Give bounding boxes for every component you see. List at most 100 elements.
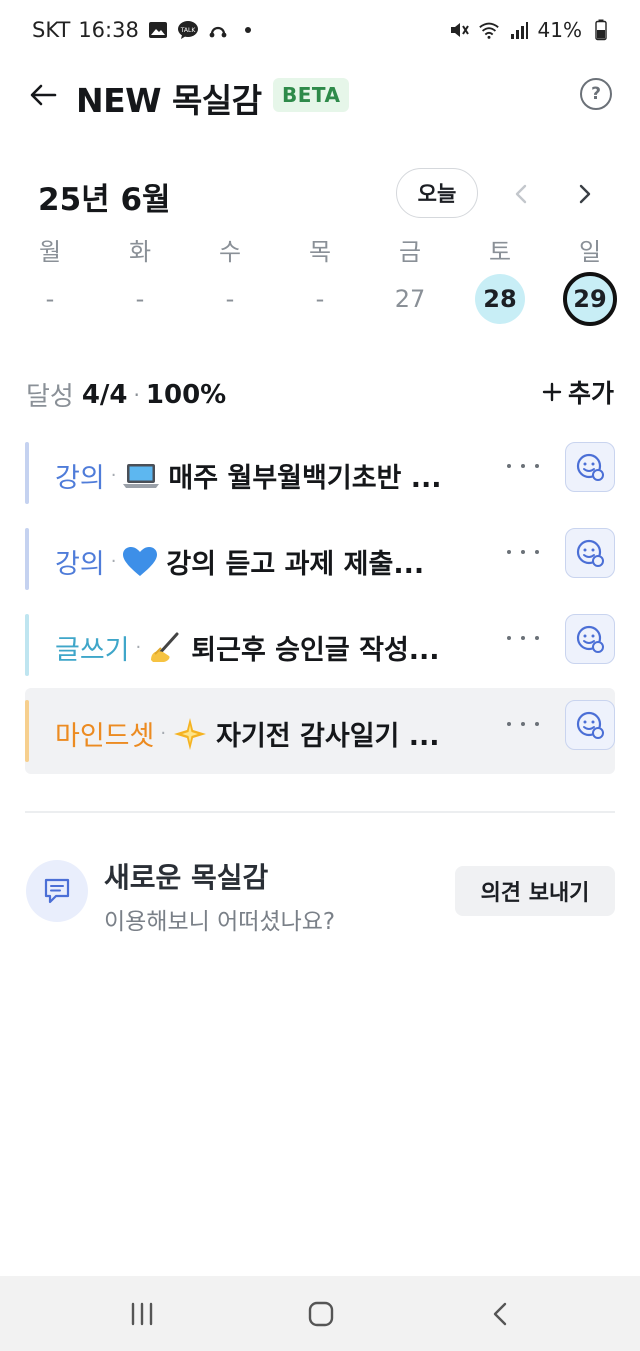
page-title: NEW 목실감	[76, 81, 262, 120]
weekday-label: 금	[398, 238, 422, 266]
home-button[interactable]	[296, 1294, 346, 1334]
wifi-icon	[478, 19, 500, 41]
chevron-left-icon	[493, 1302, 507, 1326]
category-bar	[25, 614, 29, 676]
goal-item[interactable]: 강의 · 매주 월부월백기초반 ...	[25, 442, 615, 528]
goal-name: 강의 듣고 과제 제출...	[166, 549, 425, 580]
status-right: 41%	[448, 18, 612, 42]
weekday-label: 화	[128, 238, 152, 266]
send-feedback-button[interactable]: 의견 보내기	[455, 866, 615, 916]
separator-dot: ·	[135, 637, 142, 658]
month-label: 25년 6월	[38, 182, 171, 218]
goal-category: 강의	[55, 549, 105, 580]
date-number: -	[315, 285, 325, 313]
system-back-button[interactable]	[475, 1294, 525, 1334]
weekday-label: 수	[218, 238, 242, 266]
talk-icon: TALK	[177, 19, 199, 41]
date-number[interactable]: 27	[385, 274, 435, 324]
separator-dot: ·	[133, 382, 140, 407]
category-bar	[25, 700, 29, 762]
smiley-add-icon	[576, 539, 604, 567]
app-header: NEW 목실감 BETA ?	[0, 64, 640, 124]
achievement-label: 달성	[26, 382, 74, 412]
date-number-completed[interactable]: 28	[475, 274, 525, 324]
reaction-button[interactable]	[565, 528, 615, 578]
achievement-percent: 100%	[145, 379, 227, 410]
date-cell[interactable]: 29	[545, 272, 635, 326]
section-divider	[25, 811, 615, 813]
weekday-label: 목	[308, 238, 332, 266]
weekday-header: 월 화 수 목 금 토 일	[5, 232, 635, 267]
status-left: SKT 16:38 TALK	[32, 18, 259, 42]
plus-icon	[542, 382, 562, 402]
sparkle-star-icon	[172, 717, 208, 751]
add-goal-button[interactable]: 추가	[542, 374, 614, 410]
recent-apps-icon	[131, 1302, 153, 1326]
battery-percent: 41%	[537, 18, 582, 42]
goal-name: 매주 월부월백기초반 ...	[168, 463, 442, 494]
gallery-icon	[147, 19, 169, 41]
more-options-button[interactable]	[507, 540, 539, 564]
system-nav-bar	[0, 1276, 640, 1351]
chat-bubble-icon	[44, 878, 70, 904]
goal-category: 마인드셋	[55, 721, 155, 752]
date-number: -	[135, 285, 145, 313]
separator-dot: ·	[110, 551, 117, 572]
more-options-button[interactable]	[507, 454, 539, 478]
category-bar	[25, 528, 29, 590]
category-bar	[25, 442, 29, 504]
signal-icon	[508, 19, 530, 41]
smiley-add-icon	[576, 711, 604, 739]
add-goal-label: 추가	[567, 379, 614, 408]
back-button[interactable]	[26, 78, 60, 112]
chevron-right-icon	[579, 184, 591, 204]
reaction-button[interactable]	[565, 614, 615, 664]
svg-text:TALK: TALK	[180, 27, 197, 34]
goal-item[interactable]: 강의 · 강의 듣고 과제 제출...	[25, 528, 615, 614]
headset-icon	[207, 19, 229, 41]
help-button[interactable]: ?	[580, 78, 612, 110]
clock-label: 16:38	[78, 18, 139, 42]
next-week-button[interactable]	[570, 176, 600, 212]
more-options-button[interactable]	[507, 712, 539, 736]
battery-icon	[590, 19, 612, 41]
goal-text: 마인드셋 · 자기전 감사일기 ...	[55, 714, 485, 753]
weekday-label: 월	[38, 238, 62, 266]
date-number-selected[interactable]: 29	[563, 272, 617, 326]
goal-category: 글쓰기	[55, 635, 130, 666]
achievement-summary: 달성 4/4 · 100%	[26, 376, 226, 413]
notification-dot-icon	[237, 19, 259, 41]
date-cell[interactable]: 28	[455, 272, 545, 326]
smiley-add-icon	[576, 625, 604, 653]
goal-text: 강의 · 강의 듣고 과제 제출...	[55, 542, 485, 581]
date-cell: -	[185, 272, 275, 326]
feedback-title: 새로운 목실감	[104, 861, 269, 894]
goal-text: 강의 · 매주 월부월백기초반 ...	[55, 456, 485, 495]
date-cell[interactable]: 27	[365, 272, 455, 326]
date-number: -	[225, 285, 235, 313]
date-number: -	[45, 285, 55, 313]
status-bar: SKT 16:38 TALK 41%	[0, 0, 640, 60]
smiley-add-icon	[576, 453, 604, 481]
goal-name: 퇴근후 승인글 작성...	[191, 635, 440, 666]
reaction-button[interactable]	[565, 442, 615, 492]
recent-apps-button[interactable]	[117, 1294, 167, 1334]
feedback-subtitle: 이용해보니 어떠셨나요?	[104, 909, 336, 935]
blue-heart-icon	[122, 546, 158, 578]
goal-item[interactable]: 마인드셋 · 자기전 감사일기 ...	[25, 688, 615, 774]
reaction-button[interactable]	[565, 700, 615, 750]
goal-text: 글쓰기 · 퇴근후 승인글 작성...	[55, 628, 485, 667]
question-mark-icon: ?	[591, 84, 601, 104]
date-cell: -	[5, 272, 95, 326]
today-button[interactable]: 오늘	[396, 168, 478, 218]
mute-icon	[448, 19, 470, 41]
home-icon	[308, 1301, 334, 1327]
chevron-left-icon	[515, 184, 527, 204]
more-options-button[interactable]	[507, 626, 539, 650]
weekday-label: 일	[578, 238, 602, 266]
goal-name: 자기전 감사일기 ...	[216, 721, 440, 752]
feedback-icon-wrap	[26, 860, 88, 922]
previous-week-button[interactable]	[506, 176, 536, 212]
carrier-label: SKT	[32, 18, 71, 42]
separator-dot: ·	[160, 723, 167, 744]
